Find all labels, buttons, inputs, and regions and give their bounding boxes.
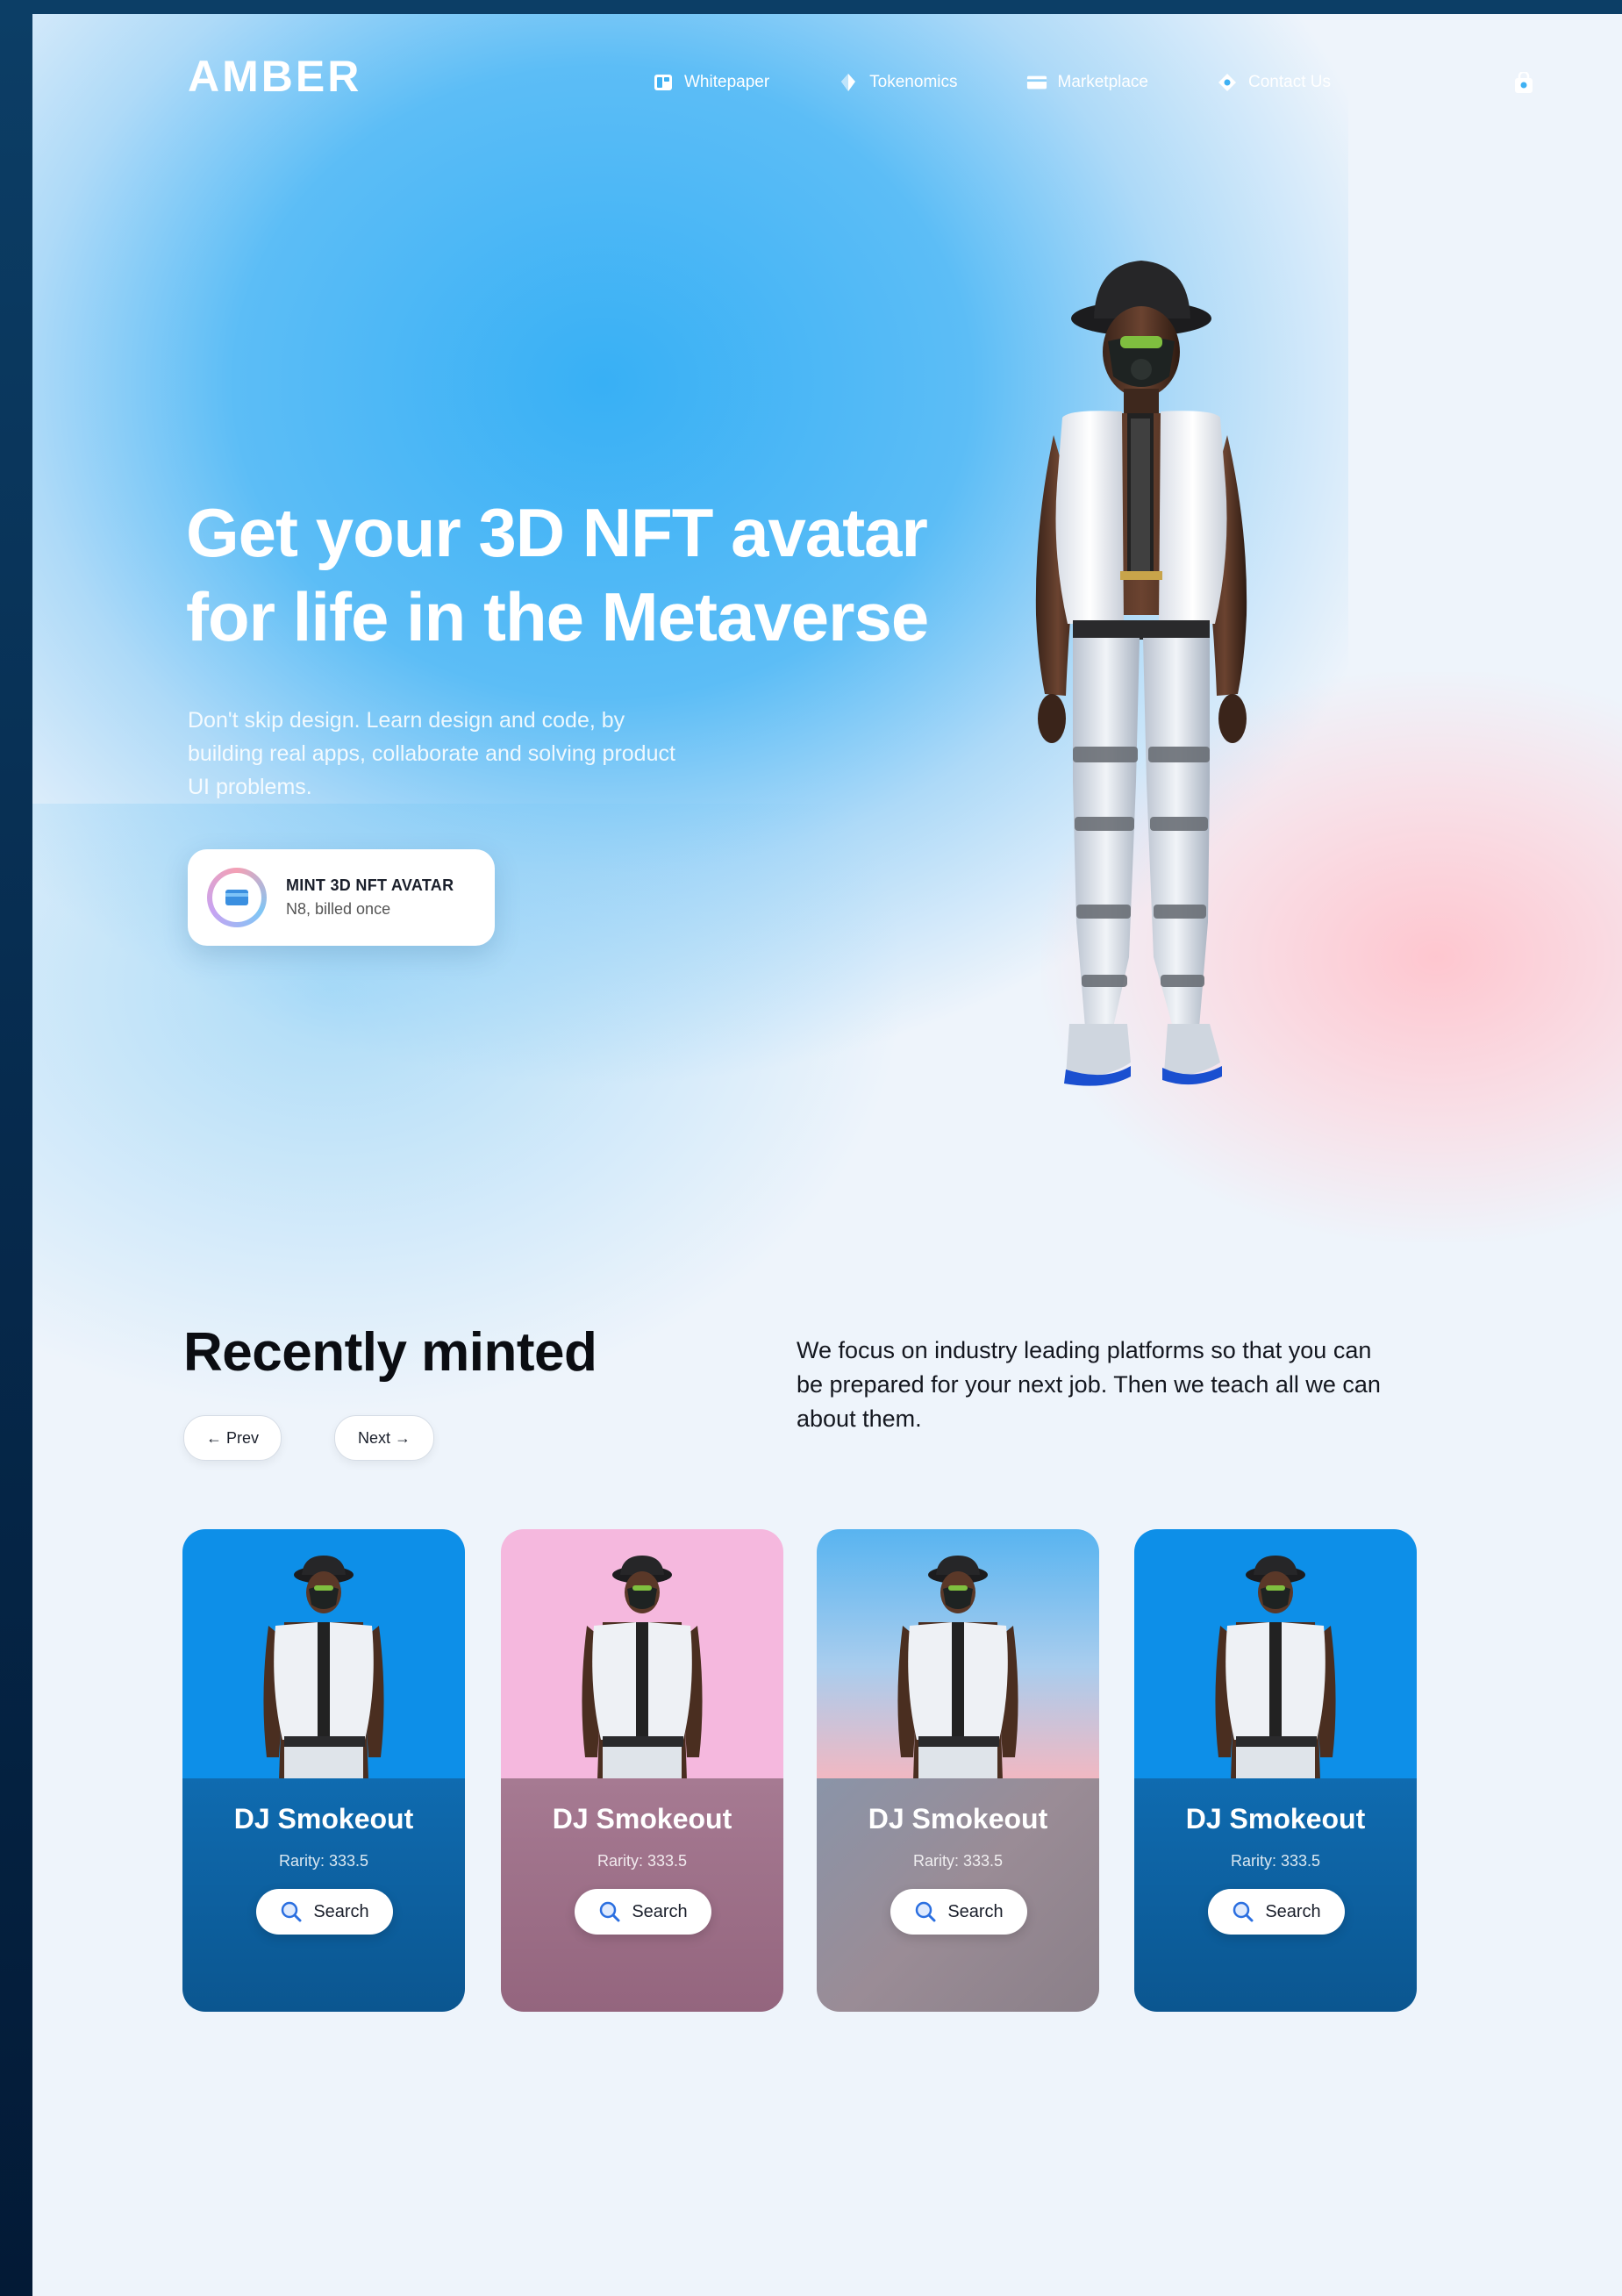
nft-card[interactable]: DJ Smokeout Rarity: 333.5 Search bbox=[1134, 1529, 1417, 2012]
card-info: DJ Smokeout Rarity: 333.5 Search bbox=[817, 1778, 1099, 2012]
nft-card[interactable]: DJ Smokeout Rarity: 333.5 Search bbox=[501, 1529, 783, 2012]
avatar-thumbnail bbox=[1215, 1556, 1336, 1780]
card-rarity: Rarity: 333.5 bbox=[912, 1852, 1004, 1870]
card-icon bbox=[1026, 72, 1047, 93]
brand-logo[interactable]: AMBER bbox=[188, 51, 361, 102]
search-icon bbox=[600, 1901, 620, 1922]
card-info: DJ Smokeout Rarity: 333.5 Search bbox=[1134, 1778, 1417, 2012]
hero-title: Get your 3D NFT avatar for life in the Me… bbox=[186, 490, 975, 659]
nft-card[interactable]: DJ Smokeout Rarity: 333.5 Search bbox=[817, 1529, 1099, 2012]
avatar-thumbnail bbox=[897, 1556, 1018, 1780]
search-button[interactable]: Search bbox=[575, 1889, 711, 1935]
avatar-thumbnail bbox=[582, 1556, 703, 1780]
card-rarity: Rarity: 333.5 bbox=[1230, 1852, 1321, 1870]
nft-card[interactable]: DJ Smokeout Rarity: 333.5 Search bbox=[182, 1529, 465, 2012]
nav-label: Whitepaper bbox=[684, 73, 770, 91]
hero-title-line1: Get your 3D NFT avatar bbox=[186, 494, 928, 571]
section-description: We focus on industry leading platforms s… bbox=[797, 1337, 1381, 1432]
card-info: DJ Smokeout Rarity: 333.5 Search bbox=[182, 1778, 465, 2012]
mint-avatar-button[interactable]: MINT 3D NFT AVATAR N8, billed once bbox=[188, 849, 495, 946]
card-title: DJ Smokeout bbox=[552, 1803, 732, 1835]
hero-title-line2: for life in the Metaverse bbox=[186, 578, 929, 655]
card-image bbox=[1134, 1529, 1417, 1780]
card-image bbox=[817, 1529, 1099, 1780]
nav-label: Tokenomics bbox=[869, 73, 958, 91]
avatar-thumbnail bbox=[263, 1556, 384, 1780]
card-image bbox=[501, 1529, 783, 1780]
nav-item-tokenomics[interactable]: Tokenomics bbox=[838, 72, 958, 93]
mint-button-title: MINT 3D NFT AVATAR bbox=[286, 876, 454, 894]
contact-icon bbox=[1217, 72, 1238, 93]
main-nav: Whitepaper Tokenomics Marketplace Contac… bbox=[653, 72, 1331, 93]
card-rarity: Rarity: 333.5 bbox=[278, 1852, 369, 1870]
card-title: DJ Smokeout bbox=[1185, 1803, 1366, 1835]
search-button[interactable]: Search bbox=[256, 1889, 393, 1935]
search-label: Search bbox=[947, 1901, 1004, 1921]
nav-item-marketplace[interactable]: Marketplace bbox=[1026, 72, 1149, 93]
search-icon bbox=[282, 1901, 302, 1922]
hero-avatar-image bbox=[1035, 261, 1247, 1086]
hero-subtitle: Don't skip design. Learn design and code… bbox=[188, 708, 675, 799]
nav-label: Marketplace bbox=[1057, 73, 1149, 91]
search-label: Search bbox=[632, 1901, 688, 1921]
mint-icon bbox=[207, 868, 267, 927]
nav-item-whitepaper[interactable]: Whitepaper bbox=[653, 72, 769, 93]
document-icon bbox=[653, 72, 674, 93]
card-title: DJ Smokeout bbox=[868, 1803, 1048, 1835]
page: AMBER Whitepaper Tokenomics Marketplace … bbox=[32, 14, 1622, 2296]
bag-icon[interactable] bbox=[1510, 70, 1538, 98]
card-rarity: Rarity: 333.5 bbox=[597, 1852, 688, 1870]
card-image bbox=[182, 1529, 465, 1780]
nav-item-contact[interactable]: Contact Us bbox=[1217, 72, 1331, 93]
card-info: DJ Smokeout Rarity: 333.5 Search bbox=[501, 1778, 783, 2012]
search-icon bbox=[1233, 1901, 1254, 1922]
mint-button-subtitle: N8, billed once bbox=[286, 900, 391, 918]
card-title: DJ Smokeout bbox=[233, 1803, 414, 1835]
search-icon bbox=[916, 1901, 936, 1922]
search-label: Search bbox=[1265, 1901, 1321, 1921]
diamond-icon bbox=[838, 72, 859, 93]
prev-button[interactable]: ← Prev bbox=[183, 1415, 282, 1461]
search-label: Search bbox=[313, 1901, 369, 1921]
search-button[interactable]: Search bbox=[890, 1889, 1027, 1935]
search-button[interactable]: Search bbox=[1208, 1889, 1345, 1935]
next-button[interactable]: Next → bbox=[334, 1415, 434, 1461]
section-title: Recently minted bbox=[183, 1322, 597, 1383]
nav-label: Contact Us bbox=[1248, 73, 1331, 91]
